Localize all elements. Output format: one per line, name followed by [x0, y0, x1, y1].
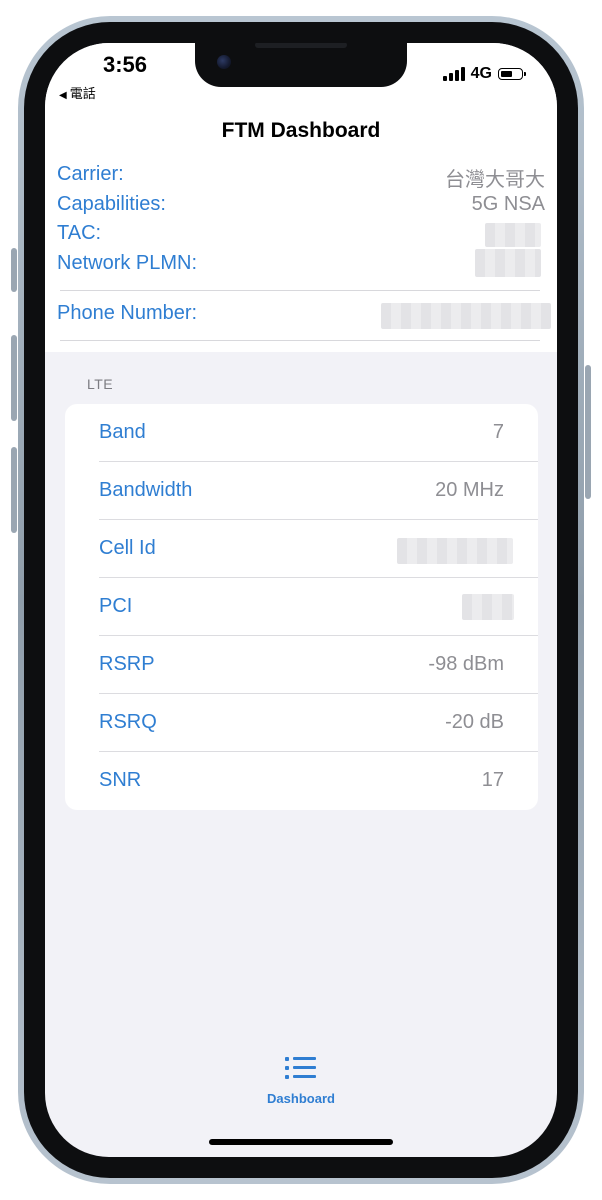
notch	[195, 43, 407, 87]
info-divider-bottom	[60, 340, 540, 341]
back-to-app-link[interactable]: ◀ 電話	[59, 83, 96, 102]
capabilities-row: Capabilities: 5G NSA	[57, 193, 545, 221]
speaker-grille	[255, 43, 347, 48]
plmn-value-redacted	[475, 249, 541, 277]
phone-number-redacted	[381, 303, 551, 329]
lte-card: Band 7 Bandwidth 20 MHz Cell Id PCI RSRP…	[65, 404, 538, 810]
pci-value-redacted	[462, 594, 514, 620]
lte-row-band: Band 7	[65, 404, 538, 462]
rsrq-value: -20 dB	[445, 711, 504, 733]
snr-label: SNR	[99, 769, 142, 791]
status-indicators: 4G	[442, 65, 526, 83]
band-value: 7	[492, 421, 504, 443]
tab-dashboard-label: Dashboard	[267, 1091, 335, 1106]
info-divider-top	[60, 290, 540, 291]
plmn-row: Network PLMN:	[57, 252, 545, 280]
phone-screen: 3:56 ◀ 電話 4G FTM Dashboard Carrier: 台灣大哥大…	[45, 43, 557, 1157]
status-time: 3:56	[103, 52, 148, 77]
volume-down-button	[11, 447, 17, 533]
band-label: Band	[99, 421, 146, 443]
tac-label: TAC:	[57, 222, 102, 244]
info-panel: 3:56 ◀ 電話 4G FTM Dashboard Carrier: 台灣大哥大…	[45, 43, 557, 352]
cell-id-value-redacted	[397, 538, 513, 564]
lte-row-bandwidth: Bandwidth 20 MHz	[65, 462, 538, 520]
rsrp-value: -98 dBm	[428, 653, 504, 675]
plmn-label: Network PLMN:	[57, 252, 198, 274]
pci-label: PCI	[99, 595, 133, 617]
lte-row-rsrq: RSRQ -20 dB	[65, 694, 538, 752]
battery-icon	[498, 68, 526, 80]
rsrq-label: RSRQ	[99, 711, 157, 733]
lte-section-header: LTE	[87, 376, 114, 392]
lte-row-cell-id: Cell Id	[65, 520, 538, 578]
mute-switch	[11, 248, 17, 292]
lte-row-pci: PCI	[65, 578, 538, 636]
tac-value-redacted	[485, 223, 541, 247]
list-icon	[284, 1053, 318, 1081]
capabilities-value: 5G NSA	[471, 193, 545, 215]
camera-icon	[217, 55, 231, 69]
network-type: 4G	[470, 65, 492, 82]
back-arrow-icon: ◀	[59, 90, 67, 101]
tac-row: TAC:	[57, 222, 545, 250]
volume-up-button	[11, 335, 17, 421]
phone-number-label: Phone Number:	[57, 302, 198, 324]
bandwidth-value: 20 MHz	[435, 479, 504, 501]
lte-row-rsrp: RSRP -98 dBm	[65, 636, 538, 694]
bandwidth-label: Bandwidth	[99, 479, 193, 501]
cellular-signal-icon	[442, 67, 465, 81]
home-indicator[interactable]	[209, 1139, 393, 1145]
power-button	[585, 365, 591, 499]
tab-dashboard[interactable]: Dashboard	[251, 1053, 351, 1106]
rsrp-label: RSRP	[99, 653, 155, 675]
back-app-label: 電話	[69, 86, 96, 101]
capabilities-label: Capabilities:	[57, 193, 166, 215]
carrier-value: 台灣大哥大	[445, 169, 545, 191]
carrier-label: Carrier:	[57, 163, 124, 185]
cell-id-label: Cell Id	[99, 537, 156, 559]
page-title: FTM Dashboard	[221, 119, 381, 142]
carrier-row: Carrier: 台灣大哥大	[57, 163, 545, 191]
lte-row-snr: SNR 17	[65, 752, 538, 810]
snr-value: 17	[481, 769, 504, 791]
